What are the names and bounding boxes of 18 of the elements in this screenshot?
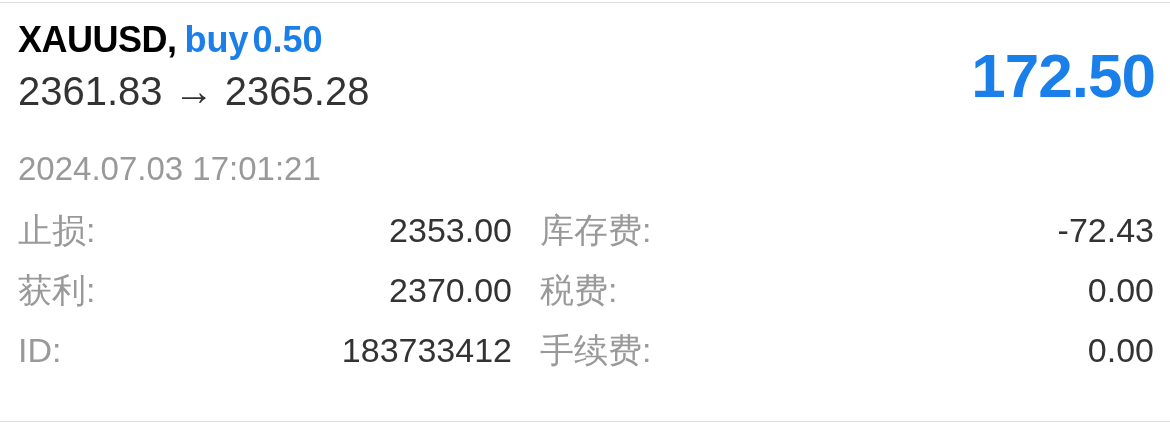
symbol-label: XAUUSD, [18, 18, 177, 62]
detail-label: ID: [18, 329, 62, 371]
volume-value: 0.50 [252, 18, 323, 62]
detail-value: 183733412 [341, 329, 512, 371]
detail-label: 税费: [540, 269, 618, 311]
detail-label: 止损: [18, 209, 96, 251]
detail-label: 库存费: [540, 209, 652, 251]
timestamp-text: 2024.07.03 17:01:21 [18, 149, 322, 189]
detail-label: 手续费: [540, 329, 652, 371]
profit-value: 172.50 [971, 40, 1155, 112]
detail-value: 2353.00 [389, 209, 512, 251]
order-type-label: buy [184, 18, 249, 62]
detail-value: 0.00 [1087, 329, 1154, 371]
detail-value: 0.00 [1087, 269, 1154, 311]
detail-value: -72.43 [1057, 209, 1154, 251]
detail-value: 2370.00 [389, 269, 512, 311]
detail-label: 获利: [18, 269, 96, 311]
price-range-text: 2361.83 → 2365.28 [18, 68, 370, 115]
